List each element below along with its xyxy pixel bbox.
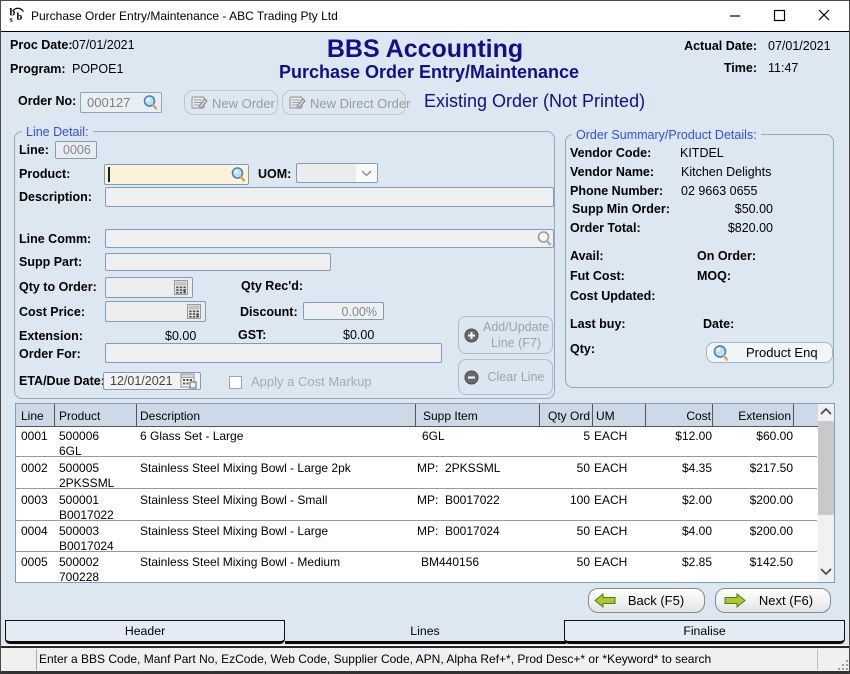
svg-text:b: b [17, 12, 23, 23]
